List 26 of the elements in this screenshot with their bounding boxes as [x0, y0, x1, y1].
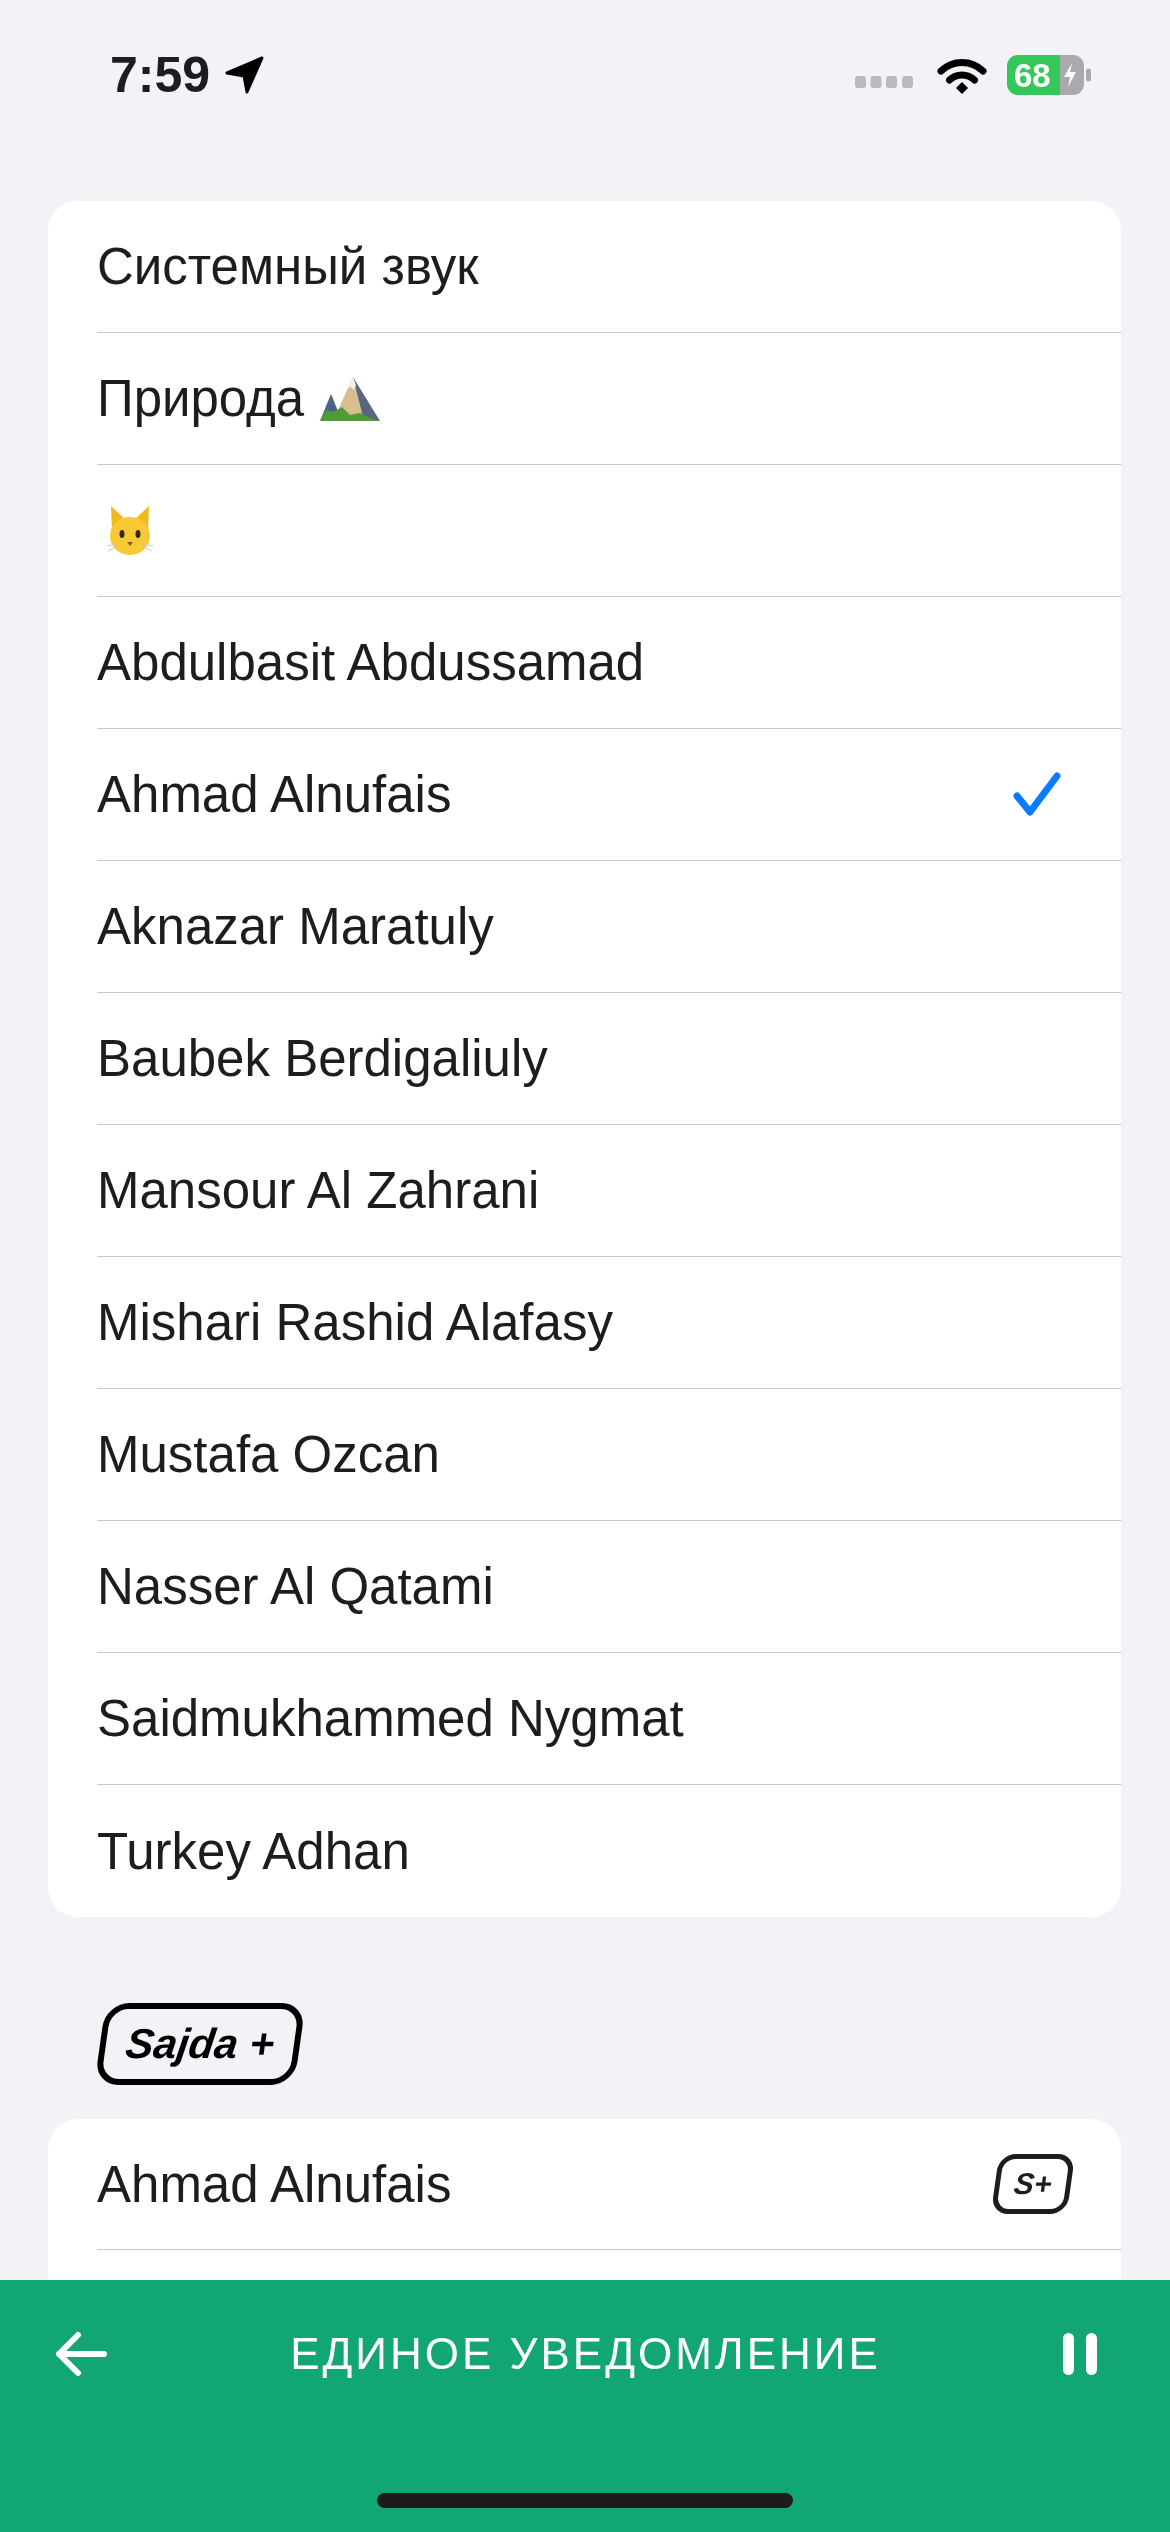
sound-option[interactable]: Природа: [97, 333, 1121, 465]
sound-option[interactable]: Turkey Adhan: [97, 1785, 1121, 1917]
cat-face-icon: [106, 503, 154, 558]
sound-option[interactable]: Системный звук: [97, 201, 1121, 333]
sound-option[interactable]: Mishari Rashid Alafasy: [97, 1257, 1121, 1389]
battery-percent: 68: [1014, 57, 1051, 94]
bar-title: ЕДИНОЕ УВЕДОМЛЕНИЕ: [290, 2329, 881, 2379]
sound-option[interactable]: Mansour Al Zahrani: [97, 1125, 1121, 1257]
sound-option[interactable]: Ahmad Alnufais: [97, 729, 1121, 861]
sound-option[interactable]: Baubek Berdigaliuly: [97, 993, 1121, 1125]
status-time: 7:59: [110, 50, 211, 100]
back-arrow-icon[interactable]: [54, 2331, 108, 2377]
sound-option[interactable]: Saidmukhammed Nygmat: [97, 1653, 1121, 1785]
sound-option[interactable]: Ahmad Alnufais S+: [97, 2119, 1121, 2250]
location-arrow-icon: [224, 55, 266, 95]
sound-option[interactable]: Abdulbasit Abdussamad: [97, 597, 1121, 729]
sound-option[interactable]: Nasser Al Qatami: [97, 1521, 1121, 1653]
mountain-icon: [320, 375, 381, 422]
signal-icon: [855, 76, 913, 88]
charging-bolt-icon: [1064, 63, 1076, 87]
sound-option[interactable]: Mustafa Ozcan: [97, 1389, 1121, 1521]
wifi-icon: [937, 56, 987, 94]
sound-option[interactable]: Aknazar Maratuly: [97, 861, 1121, 993]
premium-badge: S+: [990, 2154, 1076, 2214]
battery-icon: [1007, 55, 1091, 95]
pause-icon[interactable]: [1063, 2333, 1097, 2375]
